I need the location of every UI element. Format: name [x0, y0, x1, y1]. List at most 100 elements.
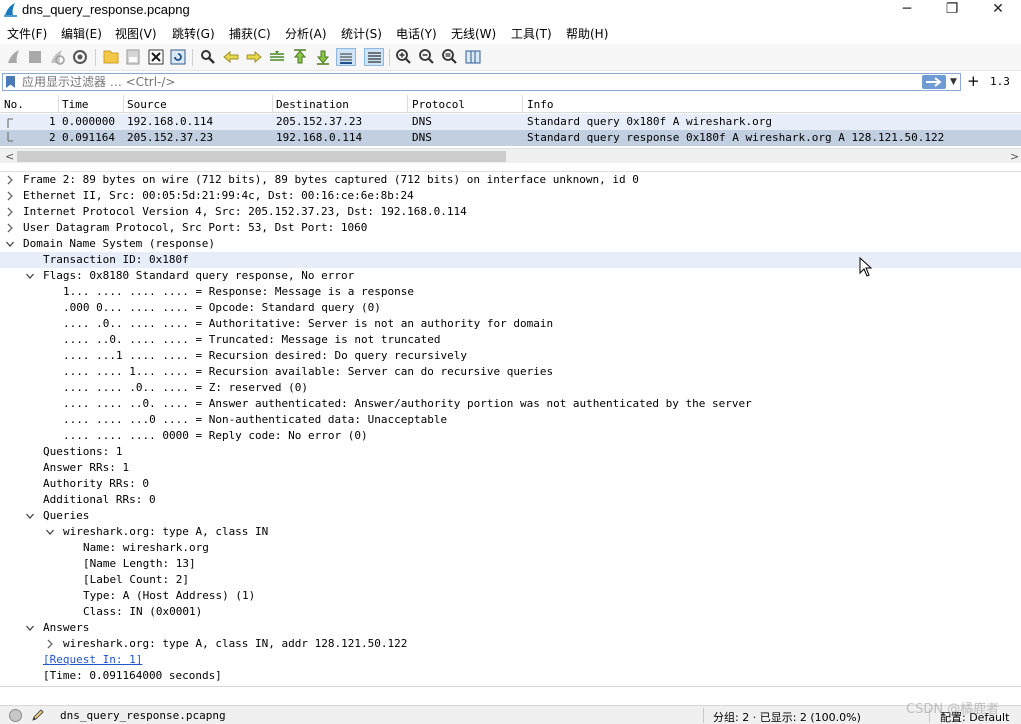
chevron-right-icon[interactable]: [45, 638, 55, 650]
detail-tree-item[interactable]: Queries: [0, 508, 1021, 524]
detail-tree-item[interactable]: [Name Length: 13]: [0, 556, 1021, 572]
scroll-left-icon[interactable]: <: [5, 149, 14, 164]
column-header-source[interactable]: Source: [127, 98, 167, 111]
detail-tree-item[interactable]: Answer RRs: 1: [0, 460, 1021, 476]
filter-bookmark-icon[interactable]: [5, 75, 16, 89]
detail-link[interactable]: [Request In: 1]: [43, 653, 142, 666]
column-header-info[interactable]: Info: [527, 98, 554, 111]
find-packet-icon[interactable]: [198, 48, 218, 66]
filter-history-chevron-down-icon[interactable]: ▼: [950, 75, 960, 89]
menu-capture[interactable]: 捕获(C): [229, 25, 271, 42]
detail-tree-item[interactable]: Ethernet II, Src: 00:05:5d:21:99:4c, Dst…: [0, 188, 1021, 204]
capture-comment-pencil-icon[interactable]: [31, 708, 45, 722]
detail-tree-item[interactable]: Questions: 1: [0, 444, 1021, 460]
column-header-no[interactable]: No.: [4, 98, 24, 111]
detail-tree-item[interactable]: .... .... .0.. .... = Z: reserved (0): [0, 380, 1021, 396]
menu-analyze[interactable]: 分析(A): [285, 25, 327, 42]
menu-help[interactable]: 帮助(H): [566, 25, 608, 42]
scroll-right-icon[interactable]: >: [1010, 149, 1019, 164]
resize-columns-icon[interactable]: [463, 48, 483, 66]
detail-tree-item[interactable]: User Datagram Protocol, Src Port: 53, Ds…: [0, 220, 1021, 236]
start-capture-icon[interactable]: [4, 48, 24, 66]
menu-edit[interactable]: 编辑(E): [61, 25, 102, 42]
column-divider[interactable]: [407, 95, 408, 113]
colorize-list-icon[interactable]: [364, 48, 384, 66]
detail-tree-item[interactable]: Internet Protocol Version 4, Src: 205.15…: [0, 204, 1021, 220]
detail-tree-item[interactable]: 1... .... .... .... = Response: Message …: [0, 284, 1021, 300]
detail-tree-item[interactable]: Answers: [0, 620, 1021, 636]
menu-telephony[interactable]: 电话(Y): [396, 25, 437, 42]
detail-tree-item[interactable]: .... .... .... 0000 = Reply code: No err…: [0, 428, 1021, 444]
first-packet-icon[interactable]: [290, 48, 310, 66]
stop-capture-icon[interactable]: [25, 48, 45, 66]
zoom-out-icon[interactable]: [417, 48, 437, 66]
detail-tree-item[interactable]: .... ...1 .... .... = Recursion desired:…: [0, 348, 1021, 364]
scrollbar-thumb[interactable]: [17, 151, 506, 162]
go-forward-icon[interactable]: [244, 48, 264, 66]
close-file-icon[interactable]: [146, 48, 166, 66]
go-to-packet-icon[interactable]: [267, 48, 287, 66]
menu-statistics[interactable]: 统计(S): [341, 25, 382, 42]
capture-options-icon[interactable]: [70, 48, 90, 66]
chevron-down-icon[interactable]: [25, 622, 35, 634]
column-header-destination[interactable]: Destination: [276, 98, 349, 111]
detail-tree-item[interactable]: .... .0.. .... .... = Authoritative: Ser…: [0, 316, 1021, 332]
chevron-down-icon[interactable]: [25, 510, 35, 522]
column-divider[interactable]: [58, 95, 59, 113]
packet-row-selected[interactable]: 2 0.091164 205.152.37.23 192.168.0.114 D…: [0, 130, 1021, 146]
detail-tree-item[interactable]: Domain Name System (response): [0, 236, 1021, 252]
auto-scroll-icon[interactable]: [336, 48, 356, 66]
detail-tree-item[interactable]: Additional RRs: 0: [0, 492, 1021, 508]
maximize-button[interactable]: ❐: [929, 0, 975, 21]
go-back-icon[interactable]: [221, 48, 241, 66]
close-button[interactable]: ✕: [975, 0, 1021, 21]
detail-tree-item[interactable]: Frame 2: 89 bytes on wire (712 bits), 89…: [0, 172, 1021, 188]
chevron-right-icon[interactable]: [5, 222, 15, 234]
save-file-icon[interactable]: [123, 48, 143, 66]
apply-filter-arrow-icon[interactable]: [922, 75, 946, 89]
column-header-protocol[interactable]: Protocol: [412, 98, 465, 111]
column-divider[interactable]: [522, 95, 523, 113]
display-filter-input[interactable]: [22, 74, 917, 90]
packet-list-horizontal-scrollbar[interactable]: < >: [0, 148, 1021, 163]
detail-tree-item[interactable]: Authority RRs: 0: [0, 476, 1021, 492]
menu-go[interactable]: 跳转(G): [172, 25, 215, 42]
chevron-right-icon[interactable]: [5, 206, 15, 218]
menu-tools[interactable]: 工具(T): [511, 25, 552, 42]
detail-tree-item[interactable]: .... ..0. .... .... = Truncated: Message…: [0, 332, 1021, 348]
detail-tree-item[interactable]: .000 0... .... .... = Opcode: Standard q…: [0, 300, 1021, 316]
menu-file[interactable]: 文件(F): [7, 25, 47, 42]
open-file-icon[interactable]: [101, 48, 121, 66]
detail-tree-item[interactable]: Name: wireshark.org: [0, 540, 1021, 556]
reload-file-icon[interactable]: [168, 48, 188, 66]
minimize-button[interactable]: ─: [884, 0, 930, 21]
chevron-right-icon[interactable]: [5, 190, 15, 202]
packet-row[interactable]: 1 0.000000 192.168.0.114 205.152.37.23 D…: [0, 114, 1021, 130]
detail-tree-item[interactable]: .... .... ...0 .... = Non-authenticated …: [0, 412, 1021, 428]
column-divider[interactable]: [123, 95, 124, 113]
detail-tree-item[interactable]: .... .... ..0. .... = Answer authenticat…: [0, 396, 1021, 412]
add-filter-button[interactable]: +: [967, 73, 980, 89]
normal-size-icon[interactable]: [440, 48, 460, 66]
detail-tree-item[interactable]: [Time: 0.091164000 seconds]: [0, 668, 1021, 684]
detail-tree-item[interactable]: .... .... 1... .... = Recursion availabl…: [0, 364, 1021, 380]
chevron-down-icon[interactable]: [45, 526, 55, 538]
column-header-time[interactable]: Time: [62, 98, 89, 111]
last-packet-icon[interactable]: [313, 48, 333, 66]
detail-tree-item[interactable]: [Label Count: 2]: [0, 572, 1021, 588]
display-filter-field[interactable]: ▼: [2, 73, 961, 91]
menu-wireless[interactable]: 无线(W): [451, 25, 496, 42]
zoom-in-icon[interactable]: [394, 48, 414, 66]
detail-tree-item[interactable]: wireshark.org: type A, class IN, addr 12…: [0, 636, 1021, 652]
detail-tree-item[interactable]: wireshark.org: type A, class IN: [0, 524, 1021, 540]
chevron-down-icon[interactable]: [25, 270, 35, 282]
restart-capture-icon[interactable]: [47, 48, 67, 66]
detail-tree-item[interactable]: Class: IN (0x0001): [0, 604, 1021, 620]
expert-info-led-icon[interactable]: [9, 709, 22, 722]
column-divider[interactable]: [272, 95, 273, 113]
menu-view[interactable]: 视图(V): [115, 25, 157, 42]
chevron-down-icon[interactable]: [5, 238, 15, 250]
detail-tree-item[interactable]: Type: A (Host Address) (1): [0, 588, 1021, 604]
chevron-right-icon[interactable]: [5, 174, 15, 186]
filter-button-label[interactable]: 1.3: [990, 75, 1010, 88]
